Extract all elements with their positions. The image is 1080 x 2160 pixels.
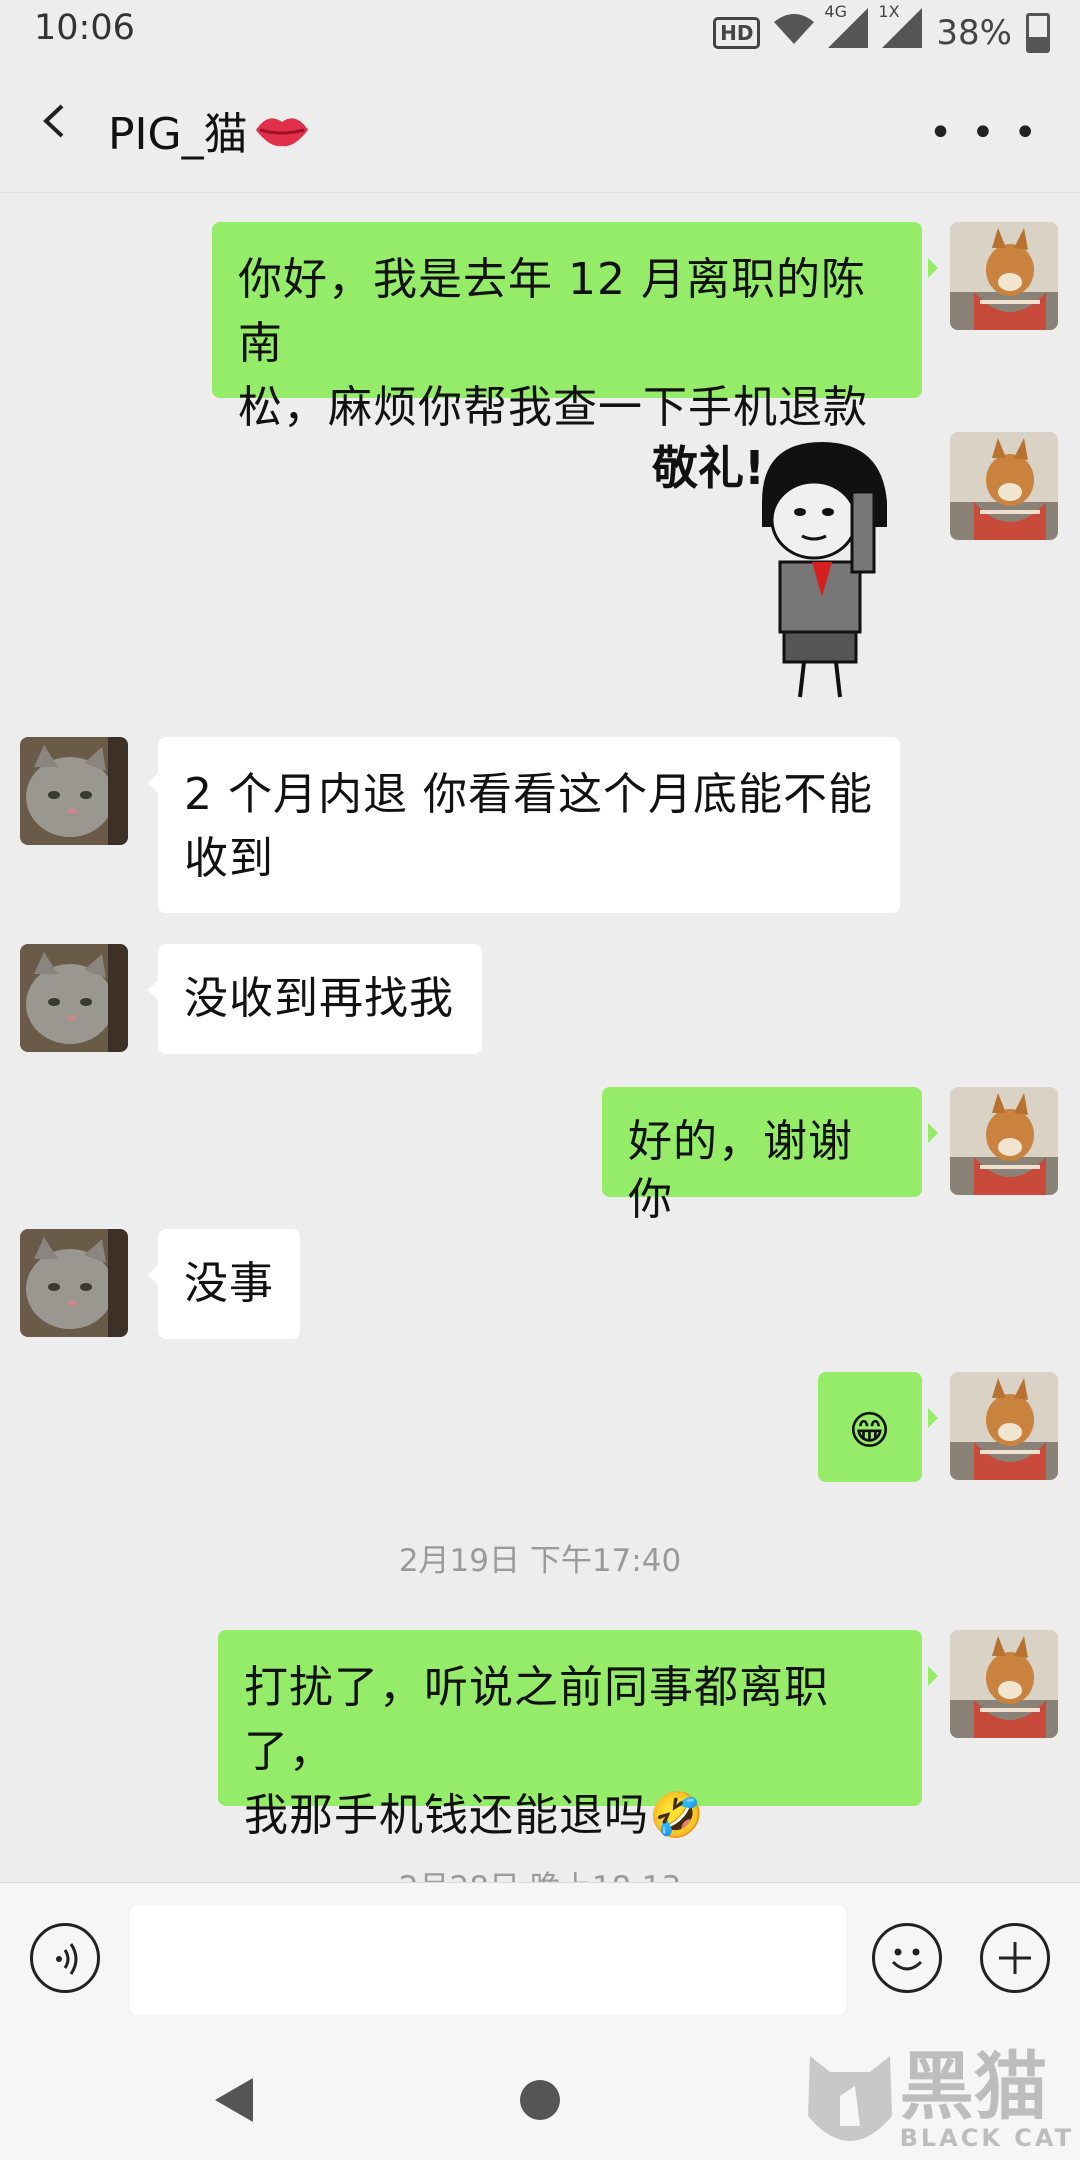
watermark-sub: BLACK CAT: [899, 2124, 1074, 2152]
watermark-cat-icon: [807, 2056, 892, 2141]
timestamp: 2月19日 下午17:40: [398, 1543, 682, 1579]
message-text: 好的，谢谢你: [628, 1116, 853, 1225]
signal-4g-icon: 4G: [824, 2, 869, 57]
avatar-me[interactable]: [950, 1087, 1058, 1195]
message-bubble-sent[interactable]: 你好，我是去年 12 月离职的陈南 松，麻烦你帮我查一下手机退款: [212, 222, 922, 433]
watermark-text: 黑猫: [899, 2044, 1048, 2130]
nav-back-icon[interactable]: [215, 2078, 253, 2122]
system-nav-bar: 黑猫 BLACK CAT: [0, 2034, 1080, 2160]
chat-header: PIG_猫 • • •: [0, 66, 1080, 193]
chat-area[interactable]: 你好，我是去年 12 月离职的陈南 松，麻烦你帮我查一下手机退款 敬礼! 2 个…: [0, 192, 1080, 1882]
timestamp: 2月28日 晚上18:13: [0, 1862, 1080, 1882]
message-text: 2 个月内退 你看看这个月底能不能: [184, 769, 873, 820]
avatar-contact[interactable]: [20, 737, 128, 845]
signal-1x-icon: 1X: [878, 2, 923, 57]
avatar-me[interactable]: [950, 1372, 1058, 1480]
chat-title-text: PIG_猫: [108, 109, 248, 160]
message-bubble-sent[interactable]: 😁: [818, 1372, 922, 1482]
message-bubble-received[interactable]: 2 个月内退 你看看这个月底能不能 收到: [158, 737, 900, 913]
wifi-icon: [774, 13, 815, 53]
more-icon[interactable]: • • •: [929, 110, 1040, 156]
avatar-me[interactable]: [950, 1630, 1058, 1738]
status-time: 10:06: [34, 8, 135, 48]
hd-icon: HD: [713, 16, 761, 49]
avatar-contact[interactable]: [20, 1229, 128, 1337]
grin-emoji: 😁: [848, 1408, 892, 1454]
plus-icon[interactable]: [980, 1923, 1050, 1993]
message-bubble-received[interactable]: 没事: [158, 1229, 300, 1339]
message-bubble-sent[interactable]: 打扰了，听说之前同事都离职了， 我那手机钱还能退吗🤣: [218, 1630, 922, 1841]
message-text: 我那手机钱还能退吗: [244, 1790, 649, 1841]
message-text: 松，麻烦你帮我查一下手机退款: [238, 382, 868, 433]
input-bar: [0, 1882, 1080, 2035]
status-icons: HD 4G 1X 38%: [713, 2, 1050, 57]
status-bar: 10:06 HD 4G 1X 38%: [0, 0, 1080, 66]
emoji-icon[interactable]: [872, 1923, 942, 1993]
message-text: 打扰了，听说之前同事都离职了，: [244, 1662, 829, 1777]
message-text-line: 我那手机钱还能退吗🤣: [244, 1784, 896, 1848]
sticker-salute[interactable]: 敬礼!: [652, 432, 922, 702]
avatar-contact[interactable]: [20, 944, 128, 1052]
lips-icon: [255, 118, 308, 147]
chat-title: PIG_猫: [108, 98, 310, 162]
rofl-emoji: 🤣: [649, 1790, 705, 1841]
message-input[interactable]: [130, 1905, 846, 2015]
message-text: 收到: [184, 833, 274, 884]
battery-percent: 38%: [936, 12, 1012, 53]
nav-home-icon[interactable]: [520, 2080, 560, 2120]
message-bubble-sent[interactable]: 好的，谢谢你: [602, 1087, 922, 1225]
battery-icon: [1026, 12, 1050, 53]
voice-icon[interactable]: [30, 1923, 100, 1993]
avatar-me[interactable]: [950, 222, 1058, 330]
back-arrow-icon[interactable]: [38, 104, 72, 138]
avatar-me[interactable]: [950, 432, 1058, 540]
message-text: 没事: [184, 1258, 274, 1309]
message-bubble-received[interactable]: 没收到再找我: [158, 944, 482, 1054]
watermark: 黑猫 BLACK CAT: [800, 2046, 1074, 2156]
message-text: 你好，我是去年 12 月离职的陈南: [238, 254, 866, 369]
message-text: 没收到再找我: [184, 973, 454, 1024]
